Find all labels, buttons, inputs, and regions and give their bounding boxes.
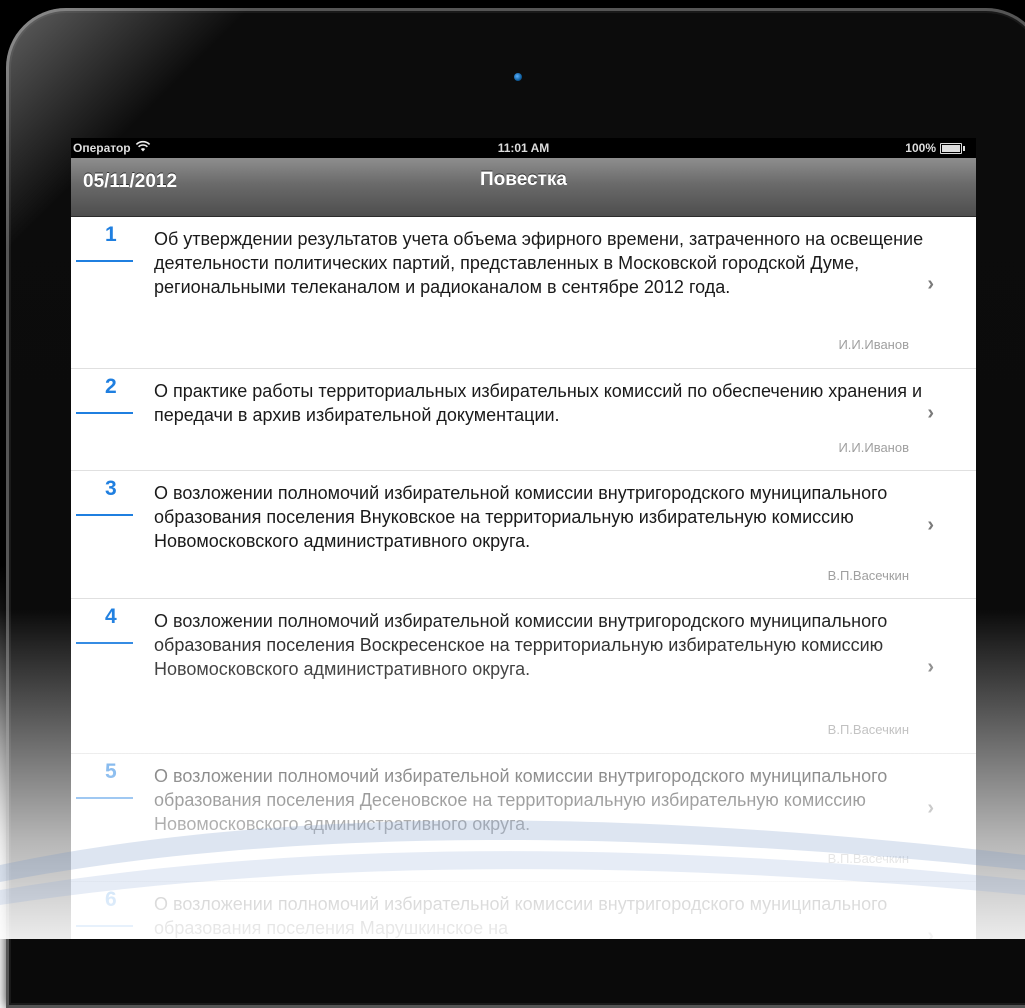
agenda-item-text: Об утверждении результатов учета объема … xyxy=(154,229,924,297)
agenda-item-3[interactable]: 3 О возложении полномочий избирательной … xyxy=(71,471,976,599)
navigation-bar: 05/11/2012 Повестка xyxy=(71,158,976,217)
agenda-item-text: О возложении полномочий избирательной ко… xyxy=(154,766,888,834)
battery-percentage: 100% xyxy=(905,141,936,155)
number-underline xyxy=(76,514,133,516)
agenda-list: 1 Об утверждении результатов учета объем… xyxy=(71,217,976,939)
agenda-item-author: В.П.Васечкин xyxy=(827,568,909,583)
number-underline xyxy=(76,642,133,644)
chevron-right-icon: › xyxy=(927,273,934,295)
agenda-item-2[interactable]: 2 О практике работы территориальных изби… xyxy=(71,369,976,471)
agenda-item-text: О возложении полномочий избирательной ко… xyxy=(154,894,888,938)
camera-icon xyxy=(514,73,522,81)
agenda-item-number: 1 xyxy=(105,223,117,246)
chevron-right-icon: › xyxy=(927,925,934,939)
number-underline xyxy=(76,925,133,927)
agenda-item-6[interactable]: 6 О возложении полномочий избирательной … xyxy=(71,882,976,939)
agenda-item-number: 5 xyxy=(105,760,117,783)
agenda-item-1[interactable]: 1 Об утверждении результатов учета объем… xyxy=(71,217,976,369)
agenda-item-text: О возложении полномочий избирательной ко… xyxy=(154,611,888,679)
number-underline xyxy=(76,260,133,262)
agenda-item-author: И.И.Иванов xyxy=(838,440,909,455)
chevron-right-icon: › xyxy=(927,402,934,424)
agenda-item-text: О практике работы территориальных избира… xyxy=(154,381,923,425)
chevron-right-icon: › xyxy=(927,514,934,536)
agenda-item-5[interactable]: 5 О возложении полномочий избирательной … xyxy=(71,754,976,882)
chevron-right-icon: › xyxy=(927,656,934,678)
status-bar: Оператор 11:01 AM 100% xyxy=(71,138,976,158)
agenda-item-number: 4 xyxy=(105,605,117,628)
number-underline xyxy=(76,412,133,414)
chevron-right-icon: › xyxy=(927,797,934,819)
agenda-item-author: В.П.Васечкин xyxy=(827,722,909,737)
number-underline xyxy=(76,797,133,799)
agenda-item-author: И.И.Иванов xyxy=(838,337,909,352)
page-title: Повестка xyxy=(480,169,567,190)
agenda-item-4[interactable]: 4 О возложении полномочий избирательной … xyxy=(71,599,976,754)
screen: Оператор 11:01 AM 100% 05/11/2012 Повест… xyxy=(71,138,976,939)
agenda-item-number: 3 xyxy=(105,477,117,500)
status-time: 11:01 AM xyxy=(497,141,550,155)
agenda-item-number: 6 xyxy=(105,888,117,911)
battery-icon xyxy=(940,143,965,154)
agenda-item-author: В.П.Васечкин xyxy=(827,851,909,866)
agenda-item-text: О возложении полномочий избирательной ко… xyxy=(154,483,888,551)
agenda-item-number: 2 xyxy=(105,375,117,398)
